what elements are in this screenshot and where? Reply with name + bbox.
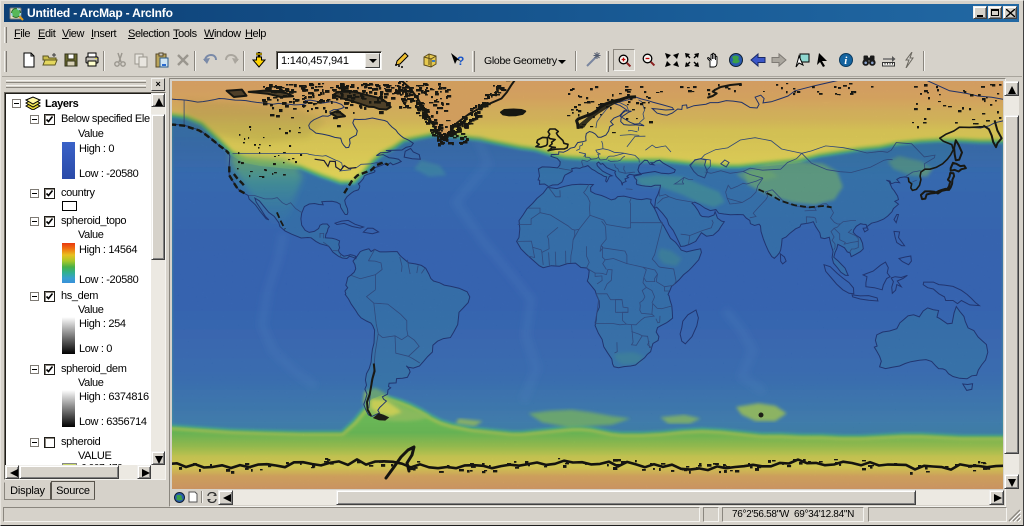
- svg-text:?: ?: [457, 54, 464, 68]
